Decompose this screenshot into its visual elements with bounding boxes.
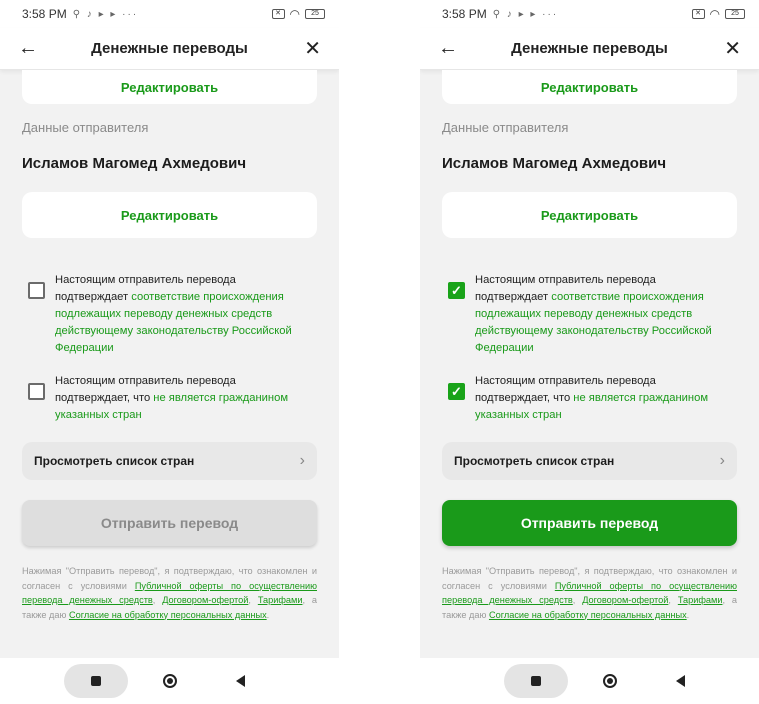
back-button[interactable]	[225, 658, 255, 704]
wifi-icon: ◠	[709, 7, 720, 21]
citizenship-confirmation-text: Настоящим отправитель перевода подтвержд…	[55, 375, 289, 421]
view-countries-list-button[interactable]: Просмотреть список стран ›	[22, 442, 317, 480]
chevron-right-icon: ›	[719, 452, 725, 469]
system-nav-bar	[0, 658, 339, 704]
status-bar: 3:58 PM ⚲ ♪ ▸ ▸ ··· ✕ ◠ 25	[420, 0, 759, 28]
citizenship-confirmation-row[interactable]: ✓ Настоящим отправитель перевода подтвер…	[442, 373, 737, 424]
back-triangle-icon	[675, 675, 685, 687]
back-triangle-icon	[235, 675, 245, 687]
app-bar: ← Денежные переводы ✕	[0, 28, 339, 70]
recents-button[interactable]	[521, 658, 551, 704]
citizenship-confirmation-row[interactable]: Настоящим отправитель перевода подтвержд…	[22, 373, 317, 424]
screen-unchecked: 3:58 PM ⚲ ♪ ▸ ▸ ··· ✕ ◠ 25 ← Денежные пе…	[0, 0, 339, 704]
battery-icon: 25	[305, 9, 325, 19]
legal-text: Нажимая "Отправить перевод", я подтвержд…	[442, 566, 737, 620]
citizenship-confirmation-checkbox[interactable]	[28, 383, 45, 400]
checkmark-icon: ✓	[451, 282, 462, 298]
home-icon	[603, 674, 617, 688]
sender-section-label: Данные отправителя	[442, 120, 569, 135]
origin-confirmation-text: Настоящим отправитель перевода подтвержд…	[475, 274, 712, 354]
edit-recipient-button[interactable]: Редактировать	[442, 70, 737, 104]
origin-confirmation-text: Настоящим отправитель перевода подтвержд…	[55, 274, 292, 354]
system-nav-bar	[420, 658, 759, 704]
back-button[interactable]	[665, 658, 695, 704]
data-processing-consent-link[interactable]: Согласие на обработку персональных данны…	[489, 610, 687, 620]
origin-confirmation-checkbox[interactable]	[28, 282, 45, 299]
sim-icon: ✕	[691, 9, 705, 19]
recents-icon	[531, 676, 541, 686]
chevron-right-icon: ›	[299, 452, 305, 469]
data-processing-consent-link[interactable]: Согласие на обработку персональных данны…	[69, 610, 267, 620]
tariffs-link[interactable]: Тарифами	[678, 595, 723, 605]
screen-checked: 3:58 PM ⚲ ♪ ▸ ▸ ··· ✕ ◠ 25 ← Денежные пе…	[420, 0, 759, 704]
page-title: Денежные переводы	[511, 40, 668, 57]
status-bar: 3:58 PM ⚲ ♪ ▸ ▸ ··· ✕ ◠ 25	[0, 0, 339, 28]
view-countries-label: Просмотреть список стран	[454, 454, 615, 468]
contract-offer-link[interactable]: Договором-офертой	[162, 595, 248, 605]
sender-section-label: Данные отправителя	[22, 120, 149, 135]
origin-confirmation-checkbox[interactable]: ✓	[448, 282, 465, 299]
sender-name: Исламов Магомед Ахмедович	[442, 155, 667, 172]
app-bar: ← Денежные переводы ✕	[420, 28, 759, 70]
back-arrow-icon[interactable]: ←	[438, 37, 462, 60]
page-title: Денежные переводы	[91, 40, 248, 57]
wifi-icon: ◠	[289, 7, 300, 21]
notification-icons: ⚲ ♪ ▸ ▸ ···	[492, 8, 559, 20]
close-icon[interactable]: ✕	[717, 36, 741, 61]
citizenship-confirmation-checkbox[interactable]: ✓	[448, 383, 465, 400]
citizenship-confirmation-text: Настоящим отправитель перевода подтвержд…	[475, 375, 709, 421]
view-countries-label: Просмотреть список стран	[34, 454, 195, 468]
edit-recipient-button[interactable]: Редактировать	[22, 70, 317, 104]
legal-text: Нажимая "Отправить перевод", я подтвержд…	[22, 566, 317, 620]
checkmark-icon: ✓	[451, 383, 462, 399]
home-button[interactable]	[155, 658, 185, 704]
edit-sender-button[interactable]: Редактировать	[22, 192, 317, 238]
status-time: 3:58 PM	[442, 7, 487, 21]
contract-offer-link[interactable]: Договором-офертой	[582, 595, 668, 605]
recents-button[interactable]	[81, 658, 111, 704]
back-arrow-icon[interactable]: ←	[18, 37, 42, 60]
battery-icon: 25	[725, 9, 745, 19]
sender-name: Исламов Магомед Ахмедович	[22, 155, 247, 172]
recents-icon	[91, 676, 101, 686]
sim-icon: ✕	[271, 9, 285, 19]
edit-sender-button[interactable]: Редактировать	[442, 192, 737, 238]
view-countries-list-button[interactable]: Просмотреть список стран ›	[442, 442, 737, 480]
home-icon	[163, 674, 177, 688]
origin-confirmation-row[interactable]: ✓ Настоящим отправитель перевода подтвер…	[442, 272, 737, 357]
status-time: 3:58 PM	[22, 7, 67, 21]
close-icon[interactable]: ✕	[297, 36, 321, 61]
notification-icons: ⚲ ♪ ▸ ▸ ···	[72, 8, 139, 20]
tariffs-link[interactable]: Тарифами	[258, 595, 303, 605]
send-transfer-button[interactable]: Отправить перевод	[442, 500, 737, 546]
origin-confirmation-row[interactable]: Настоящим отправитель перевода подтвержд…	[22, 272, 317, 357]
home-button[interactable]	[595, 658, 625, 704]
send-transfer-button[interactable]: Отправить перевод	[22, 500, 317, 546]
